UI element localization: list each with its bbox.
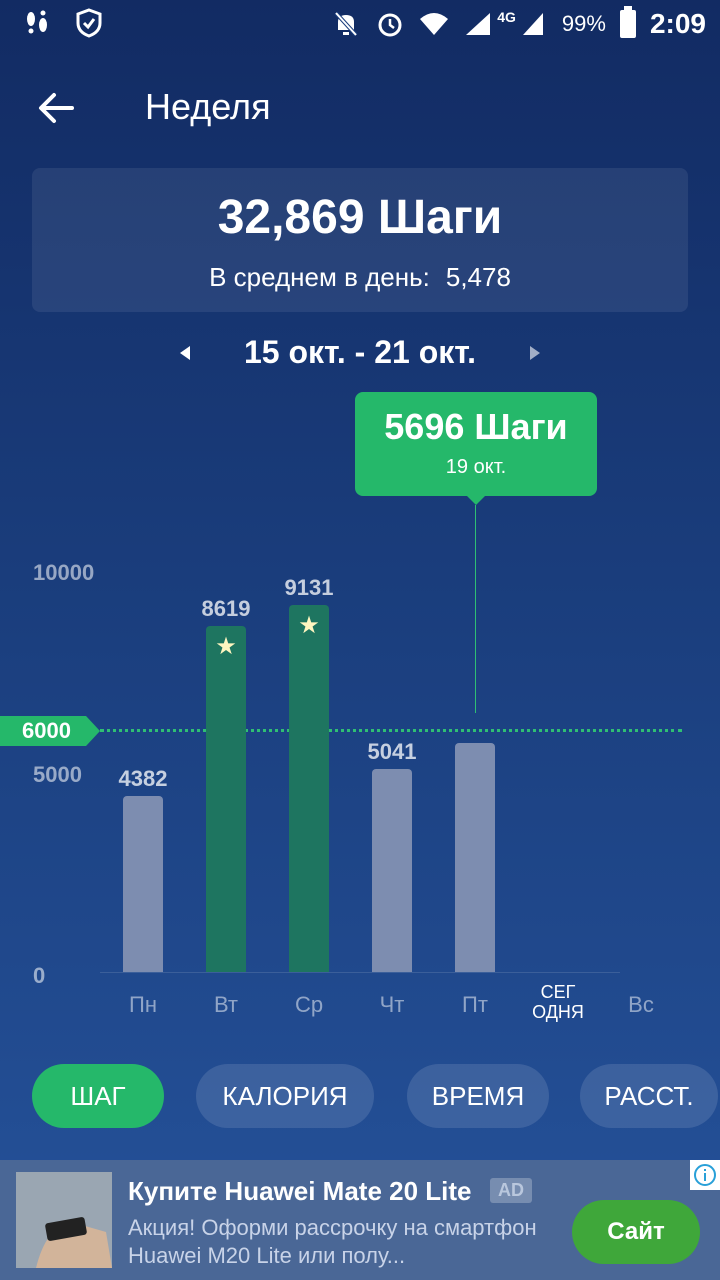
ad-info-button[interactable] bbox=[690, 1160, 720, 1190]
daily-average: В среднем в день: 5,478 bbox=[32, 262, 688, 293]
metric-tabs: ШАГ КАЛОРИЯ ВРЕМЯ РАССТ. bbox=[0, 1064, 720, 1130]
ad-image bbox=[16, 1172, 112, 1268]
footsteps-icon bbox=[22, 8, 52, 38]
summary-card: 32,869 Шаги В среднем в день: 5,478 bbox=[32, 168, 688, 312]
ad-description: Акция! Оформи рассрочку на смартфон Huaw… bbox=[128, 1215, 537, 1268]
x-day-label[interactable]: СЕГ ОДНЯ bbox=[518, 982, 598, 1022]
x-day-label[interactable]: Вс bbox=[601, 992, 681, 1018]
star-icon: ★ bbox=[215, 632, 237, 660]
y-tick-label: 5000 bbox=[33, 762, 82, 787]
page-title: Неделя bbox=[145, 86, 271, 127]
ad-cta-button[interactable]: Сайт bbox=[572, 1200, 700, 1264]
goal-line bbox=[100, 729, 682, 732]
app-bar: Неделя bbox=[0, 70, 720, 144]
tab-distance[interactable]: РАССТ. bbox=[580, 1064, 718, 1128]
bar-1[interactable] bbox=[123, 795, 163, 972]
x-day-label[interactable]: Чт bbox=[352, 992, 432, 1018]
status-bar-right: 4G 99% 2:09 bbox=[331, 6, 706, 40]
bar-value-label: 5041 bbox=[367, 739, 417, 765]
tooltip-date: 19 окт. bbox=[445, 456, 507, 478]
bell-off-icon bbox=[331, 9, 361, 39]
y-tick-label: 0 bbox=[33, 963, 46, 988]
battery-percent: 99% bbox=[561, 11, 606, 36]
clock: 2:09 bbox=[649, 8, 706, 39]
tab-calories[interactable]: КАЛОРИЯ bbox=[196, 1064, 374, 1128]
x-day-label[interactable]: Вт bbox=[186, 992, 266, 1018]
back-button[interactable] bbox=[30, 82, 82, 134]
tooltip-steps: 5696 Шаги bbox=[384, 406, 568, 447]
tab-time[interactable]: ВРЕМЯ bbox=[407, 1064, 549, 1128]
bar-5[interactable] bbox=[455, 743, 495, 972]
network-type: 4G bbox=[497, 9, 516, 25]
y-tick-label: 10000 bbox=[33, 560, 95, 585]
bar-value-label: 9131 bbox=[284, 574, 334, 600]
bar-4[interactable] bbox=[372, 769, 412, 972]
wifi-icon bbox=[419, 9, 449, 39]
chart-baseline bbox=[100, 972, 620, 973]
goal-tag: 6000 bbox=[0, 716, 100, 746]
arrow-left-icon bbox=[39, 93, 74, 123]
ad-banner[interactable]: Купите Huawei Mate 20 Lite AD Акция! Офо… bbox=[0, 1160, 720, 1280]
alarm-icon bbox=[375, 9, 405, 39]
x-day-label[interactable]: Пт bbox=[435, 992, 515, 1018]
daily-average-label: В среднем в день: bbox=[209, 262, 430, 292]
date-range-label: 15 окт. - 21 окт. bbox=[243, 334, 477, 370]
weekly-steps-chart: 10000 5000 0 6000 4382 8619 ★ 9131 ★ 5041 Пн Вт… bbox=[0, 540, 720, 1040]
ad-badge: AD bbox=[490, 1178, 532, 1203]
bar-2[interactable] bbox=[206, 625, 246, 972]
total-steps: 32,869 Шаги bbox=[217, 191, 503, 244]
ad-title: Купите Huawei Mate 20 Lite bbox=[128, 1176, 472, 1206]
bar-3[interactable] bbox=[289, 604, 329, 972]
info-icon bbox=[694, 1164, 716, 1186]
status-bar: 4G 99% 2:09 bbox=[0, 0, 720, 50]
star-icon: ★ bbox=[298, 611, 320, 639]
signal-icon-2 bbox=[518, 9, 548, 39]
next-week-button[interactable] bbox=[520, 338, 550, 368]
x-day-label[interactable]: Пн bbox=[103, 992, 183, 1018]
tab-steps[interactable]: ШАГ bbox=[32, 1064, 164, 1128]
date-range-selector: 15 окт. - 21 окт. bbox=[0, 330, 720, 378]
shield-check-icon bbox=[74, 8, 104, 38]
battery-icon bbox=[619, 6, 636, 38]
signal-icon bbox=[463, 9, 493, 39]
triangle-right-icon bbox=[530, 346, 540, 360]
selected-day-tooltip: 5696 Шаги 19 окт. bbox=[355, 392, 597, 505]
daily-average-value: 5,478 bbox=[445, 262, 511, 292]
bar-value-label: 8619 bbox=[201, 595, 251, 621]
bar-value-label: 4382 bbox=[118, 765, 168, 791]
status-bar-left bbox=[22, 8, 104, 38]
x-day-label[interactable]: Ср bbox=[269, 992, 349, 1018]
